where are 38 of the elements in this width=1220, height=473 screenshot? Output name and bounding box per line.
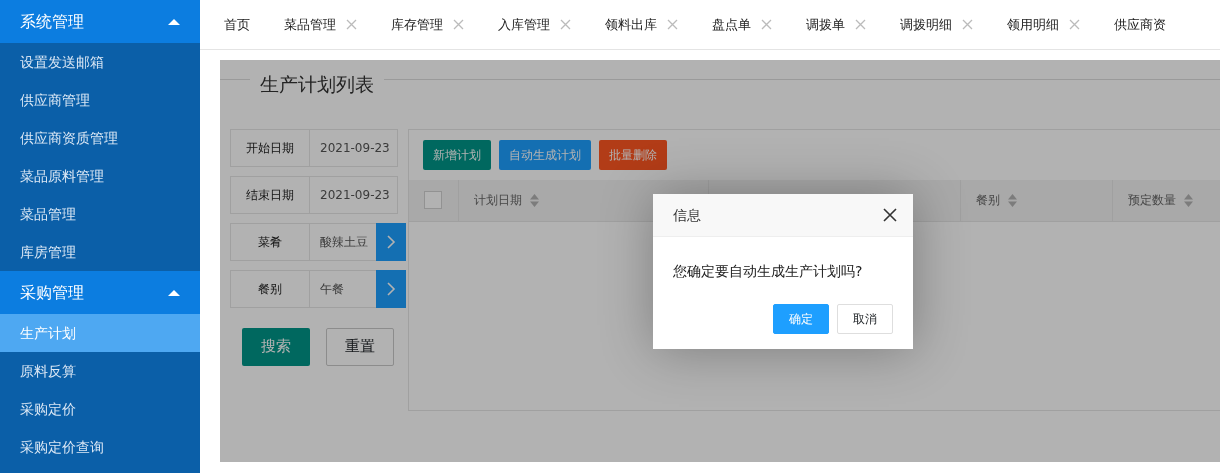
close-icon[interactable] [883, 208, 897, 222]
tab[interactable]: 菜品管理 [284, 14, 336, 35]
tab[interactable]: 调拨单 [806, 14, 845, 35]
tab[interactable]: 调拨明细 [900, 14, 952, 35]
reset-button[interactable]: 重置 [326, 327, 394, 366]
sort-icon[interactable] [1184, 193, 1193, 207]
search-button[interactable]: 搜索 [242, 327, 310, 366]
sidebar-item[interactable]: 采购定价查询 [0, 428, 200, 466]
sort-icon[interactable] [530, 193, 539, 207]
tab[interactable]: 领料出库 [605, 14, 657, 35]
checkbox[interactable] [424, 191, 442, 209]
sidebar-item[interactable]: 原料反算 [0, 352, 200, 390]
sidebar-item[interactable]: 供应商管理 [0, 81, 200, 119]
confirm-button[interactable]: 确定 [773, 304, 829, 334]
sidebar-group[interactable]: 采购管理 [0, 271, 200, 314]
toolbar-button[interactable]: 新增计划 [423, 139, 491, 170]
sidebar-item[interactable]: 库房管理 [0, 233, 200, 271]
column-header[interactable]: 计划日期 [474, 191, 522, 209]
tab[interactable]: 首页 [224, 14, 250, 35]
tab[interactable]: 领用明细 [1007, 14, 1059, 35]
column-header[interactable]: 预定数量 [1128, 191, 1176, 209]
sidebar-item[interactable]: 供应商资质管理 [0, 119, 200, 157]
sidebar-item[interactable]: 设置发送邮箱 [0, 43, 200, 81]
sidebar-item[interactable]: 菜品原料管理 [0, 157, 200, 195]
dialog-title: 信息 [673, 205, 701, 225]
dialog-message: 您确定要自动生成生产计划吗? [672, 262, 864, 281]
page-title: 生产计划列表 [260, 72, 374, 97]
sidebar-group[interactable]: 系统管理 [0, 0, 200, 43]
toolbar-button[interactable]: 批量删除 [599, 139, 667, 170]
sort-icon[interactable] [1008, 193, 1017, 207]
tab[interactable]: 入库管理 [498, 14, 550, 35]
sidebar-item[interactable]: 菜品管理 [0, 195, 200, 233]
column-header[interactable]: 餐别 [976, 191, 1000, 209]
tab[interactable]: 供应商资 [1114, 14, 1166, 35]
cancel-button[interactable]: 取消 [837, 304, 893, 334]
tab[interactable]: 库存管理 [391, 14, 443, 35]
tab[interactable]: 盘点单 [712, 14, 751, 35]
sidebar-item[interactable]: 采购定价 [0, 390, 200, 428]
